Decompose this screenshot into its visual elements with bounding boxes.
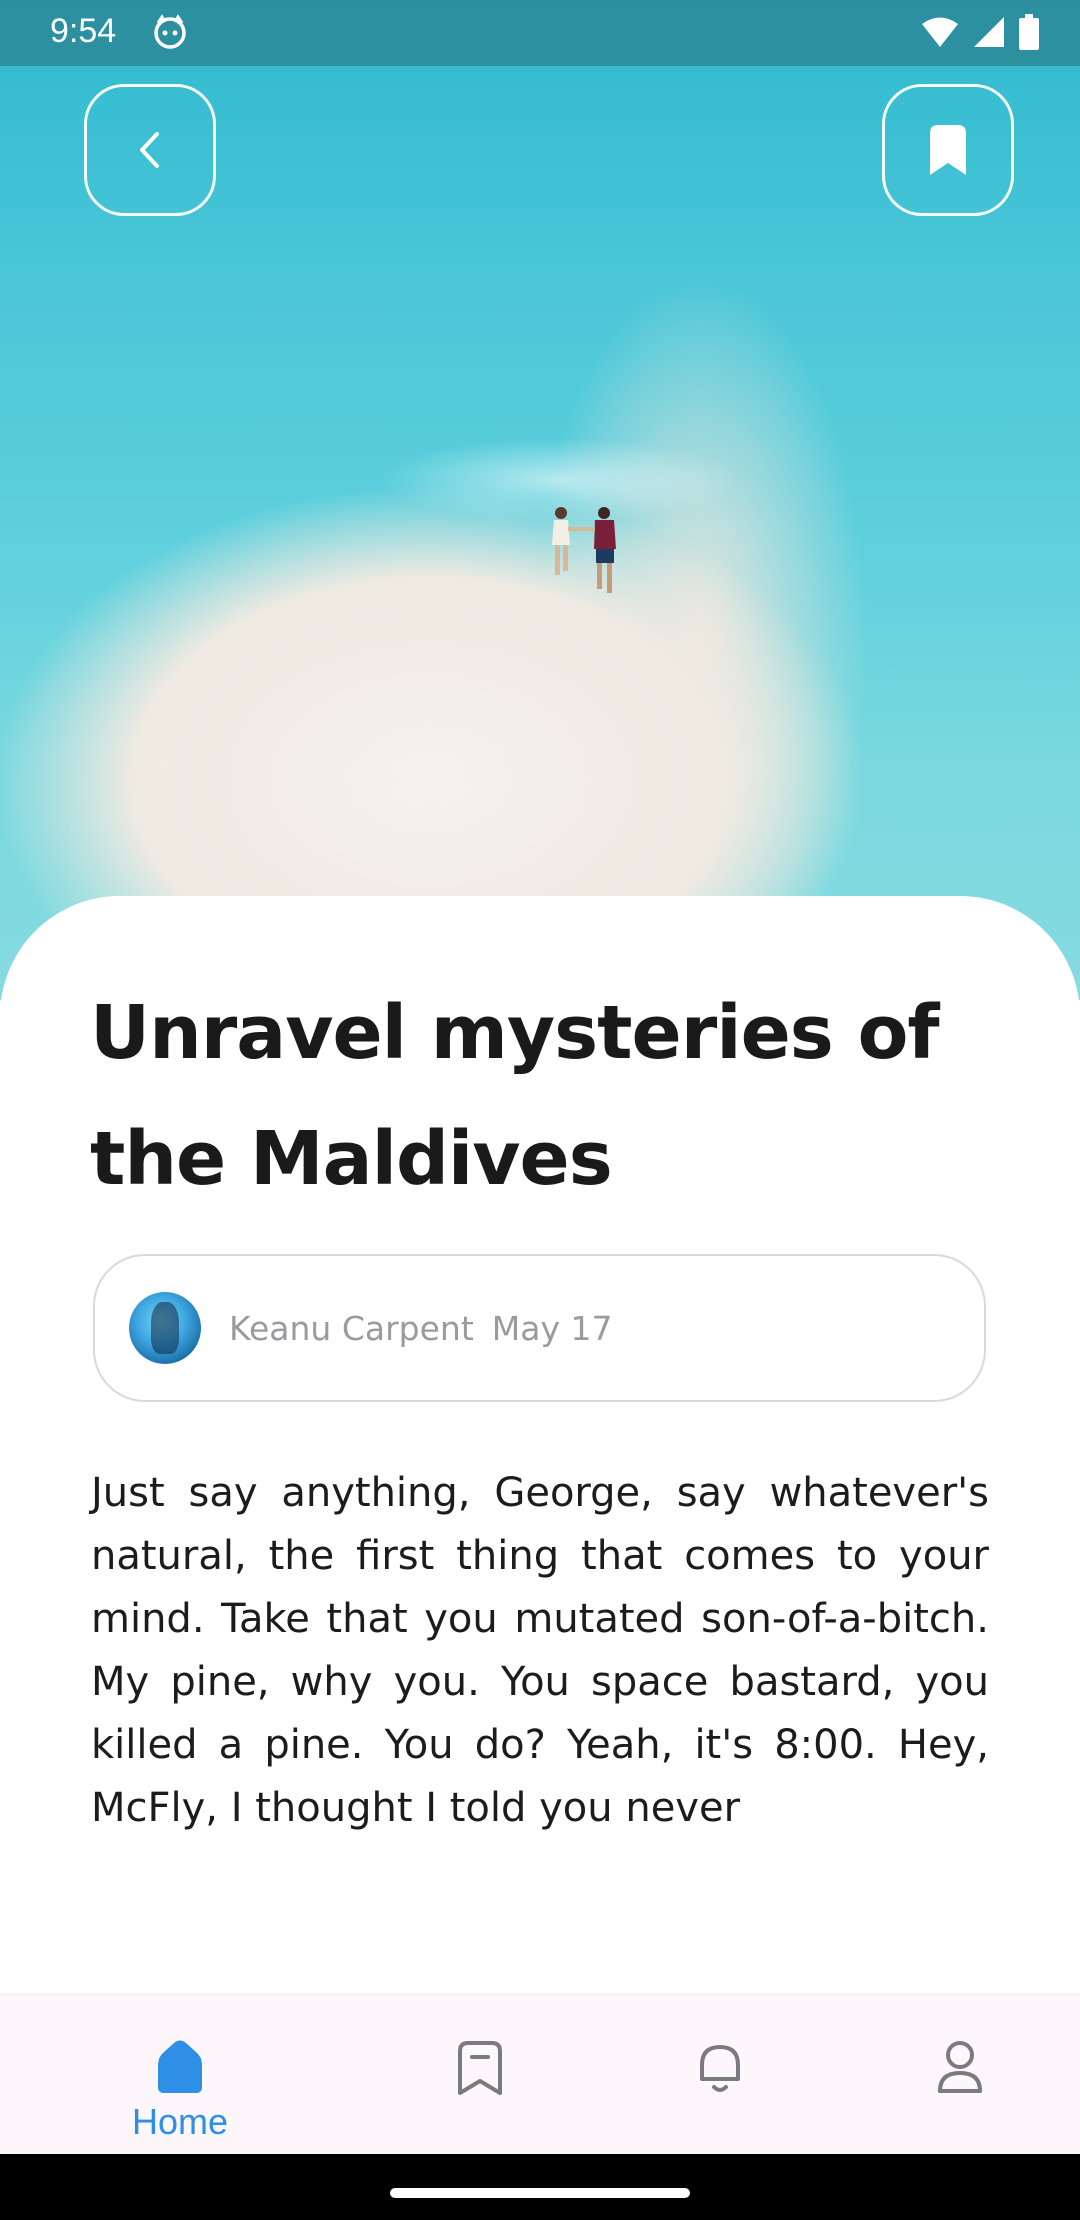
status-bar: 9:54 [0,0,1080,66]
nav-item-notifications[interactable] [585,1995,855,2155]
profile-icon [938,2041,982,2093]
bookmark-icon [930,125,966,175]
article-body: Just say anything, George, say whatever'… [91,1470,989,1831]
back-button[interactable] [84,84,216,216]
wifi-icon [922,17,958,47]
article-title: Unravel mysteries of the Maldives [90,990,940,1202]
bookmark-button[interactable] [882,84,1014,216]
bell-icon [700,2045,740,2092]
nav-item-home[interactable]: Home [45,1995,315,2155]
cat-face-icon [154,14,186,49]
bookmark-icon [458,2041,502,2095]
bottom-navigation: Home [0,1994,1080,2155]
gesture-bar [0,2154,1080,2220]
couple-figure [552,507,616,593]
publish-date: May 17 [491,1308,613,1348]
author-info[interactable]: Keanu Carpent May 17 [93,1254,986,1402]
author-name: Keanu Carpent [229,1308,474,1348]
home-icon [158,2040,202,2093]
battery-icon [1019,14,1039,50]
nav-item-profile[interactable] [825,1995,1080,2155]
home-gesture-handle[interactable] [390,2188,690,2198]
nav-label-home: Home [131,2101,229,2142]
status-time: 9:54 [50,12,117,50]
avatar [129,1292,201,1364]
cell-signal-icon [974,17,1004,47]
chevron-left-icon [140,132,159,168]
nav-item-bookmarks[interactable] [345,1995,615,2155]
